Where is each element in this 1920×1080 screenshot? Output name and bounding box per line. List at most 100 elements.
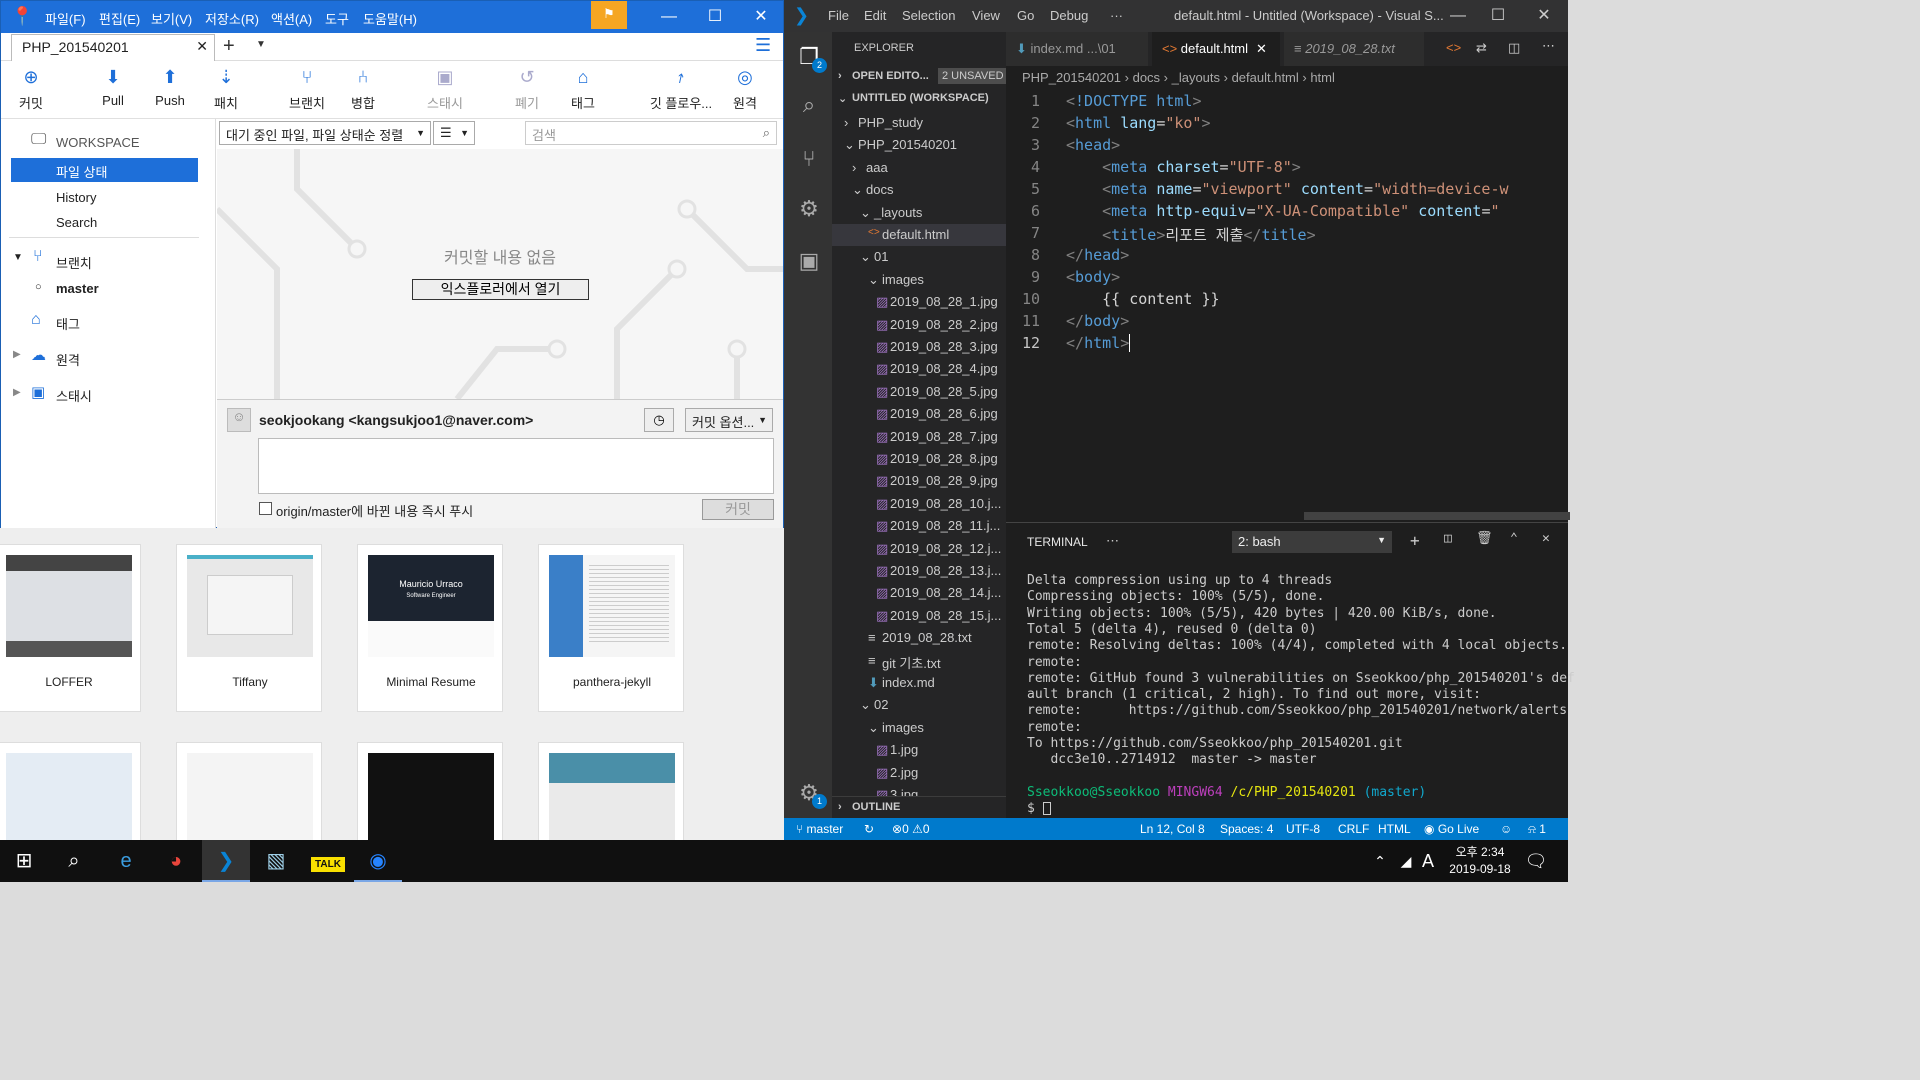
tab-index-md[interactable]: ⬇ index.md ...\01 [1006,32,1148,66]
theme-card[interactable] [357,742,503,840]
tree-folder[interactable]: ⌄ images [832,269,1006,291]
maximize-panel-icon[interactable]: ⌃ [1510,531,1518,546]
compare-icon[interactable]: ⇄ [1476,40,1487,56]
menu-view[interactable]: 보기(V) [151,9,192,28]
terminal-input-line[interactable]: $ [1027,801,1051,816]
outline-section[interactable]: › OUTLINE [832,796,1006,818]
commit-toolbar-button[interactable]: ⊕ 커밋 [1,65,61,112]
vscode-taskbar-icon[interactable]: ❯ [202,840,250,882]
sync-icon[interactable]: ↻ [864,822,874,836]
theme-card-tiffany[interactable]: Tiffany [176,544,322,712]
menu-action[interactable]: 액션(A) [271,9,312,28]
tree-file[interactable]: ▨ 2019_08_28_7.jpg [832,426,1006,448]
clock-icon[interactable]: ◷ [644,408,674,432]
close-tab-icon[interactable]: ✕ [1256,41,1267,56]
flag-icon[interactable]: ⚑ [591,1,627,29]
action-center-icon[interactable]: 🗨 [1512,840,1560,882]
tree-file[interactable]: ▨ 2019_08_28_8.jpg [832,448,1006,470]
theme-card-minimal-resume[interactable]: Mauricio Urraco Software Engineer Minimal… [357,544,503,712]
stash-toolbar-button[interactable]: ▣ 스태시 [415,65,475,112]
indentation[interactable]: Spaces: 4 [1220,822,1273,836]
close-button[interactable]: ✕ [1524,4,1564,28]
menu-edit[interactable]: Edit [864,8,886,23]
menu-more[interactable]: ··· [1110,8,1123,23]
hamburger-menu-icon[interactable]: ☰ [755,35,771,56]
tree-folder[interactable]: ⌄ 01 [832,246,1006,268]
clock[interactable]: 오후 2:34 2019-09-18 [1440,844,1520,878]
tab-txt[interactable]: ≡ 2019_08_28.txt [1284,32,1424,66]
theme-card-loffer[interactable]: LOFFER [0,544,141,712]
split-terminal-icon[interactable]: ◫ [1444,531,1452,546]
extensions-icon[interactable]: ▣ [796,248,822,274]
chevron-right-icon[interactable]: ▶ [13,349,21,360]
close-button[interactable]: ✕ [741,5,781,29]
tree-file[interactable]: ▨ 2019_08_28_12.j... [832,538,1006,560]
repo-tab[interactable]: PHP_201540201 ✕ [11,34,215,61]
commit-message-input[interactable] [258,438,774,494]
commit-options-dropdown[interactable]: 커밋 옵션... ▼ [685,408,773,432]
tree-file[interactable]: ▨ 1.jpg [832,739,1006,761]
file-filter-select[interactable]: 대기 중인 파일, 파일 상태순 정렬 ▼ [219,121,431,145]
notepad-icon[interactable]: ▧ [252,840,300,882]
tree-file[interactable]: ▨ 2019_08_28_3.jpg [832,336,1006,358]
tree-file[interactable]: ▨ 2019_08_28_10.j... [832,493,1006,515]
menu-edit[interactable]: 편집(E) [99,9,140,28]
debug-icon[interactable]: ⚙ [796,196,822,222]
code-editor[interactable]: PHP_201540201 › docs › _layouts › defaul… [1006,66,1570,522]
tree-folder[interactable]: ⌄ _layouts [832,202,1006,224]
sourcetree-taskbar-icon[interactable]: ◉ [354,840,402,882]
branch-status[interactable]: ⑂ master [796,822,843,836]
menu-file[interactable]: 파일(F) [45,9,86,28]
go-live-button[interactable]: ◉ Go Live [1424,822,1479,836]
branch-toolbar-button[interactable]: ⑂ 브랜치 [277,65,337,112]
chrome-icon[interactable]: ◕ [152,840,200,882]
gitflow-toolbar-button[interactable]: ⭎ 깃 플로우... [641,65,721,112]
menu-view[interactable]: View [972,8,1000,23]
tree-folder[interactable]: ⌄ 02 [832,694,1006,716]
menu-repository[interactable]: 저장소(R) [205,9,259,28]
theme-card[interactable] [538,742,684,840]
tree-folder[interactable]: › PHP_study [832,112,1006,134]
menu-tools[interactable]: 도구 [325,9,349,28]
language-mode[interactable]: HTML [1378,822,1411,836]
merge-toolbar-button[interactable]: ⑃ 병합 [333,65,393,112]
search-icon[interactable]: ⌕ [796,92,822,118]
tree-file[interactable]: ▨ 2019_08_28_6.jpg [832,403,1006,425]
tree-file[interactable]: ▨ 2019_08_28_1.jpg [832,291,1006,313]
discard-toolbar-button[interactable]: ↺ 폐기 [497,65,557,112]
open-preview-icon[interactable]: <> [1446,40,1461,55]
new-tab-icon[interactable]: + [223,35,235,58]
tags-section[interactable]: 태그 [56,314,80,333]
tag-toolbar-button[interactable]: ⌂ 태그 [553,65,613,112]
more-actions-icon[interactable]: ⋯ [1542,38,1555,54]
workspace-section[interactable]: ⌄ UNTITLED (WORKSPACE) [832,88,1006,110]
tree-folder[interactable]: ⌄ images [832,717,1006,739]
tree-folder[interactable]: › aaa [832,157,1006,179]
horizontal-scrollbar[interactable] [1304,512,1570,520]
remote-toolbar-button[interactable]: ◎ 원격 [715,65,775,112]
tree-folder[interactable]: ⌄ PHP_201540201 [832,134,1006,156]
tab-default-html[interactable]: <> default.html ✕ [1152,32,1280,66]
close-panel-icon[interactable]: ✕ [1542,531,1550,546]
edge-icon[interactable]: e [102,840,150,882]
menu-help[interactable]: 도움말(H) [363,9,417,28]
cursor-position[interactable]: Ln 12, Col 8 [1140,822,1205,836]
search-item[interactable]: Search [56,215,97,230]
kakaotalk-icon[interactable]: TALK [304,840,352,882]
tree-file[interactable]: ▨ 2019_08_28_13.j... [832,560,1006,582]
source-control-icon[interactable]: ⑂ [796,146,822,172]
commit-button[interactable]: 커밋 [702,499,774,520]
terminal-select[interactable]: 2: bash ▼ [1232,531,1392,553]
tree-file[interactable]: ≡ 2019_08_28.txt [832,627,1006,649]
tree-file[interactable]: ▨ 2019_08_28_14.j... [832,582,1006,604]
pull-toolbar-button[interactable]: ⬇ Pull [83,65,143,108]
tree-folder[interactable]: ⌄ docs [832,179,1006,201]
remotes-section[interactable]: 원격 [56,350,80,369]
tree-file[interactable]: ⬇ index.md [832,672,1006,694]
notifications[interactable]: ⍾ 1 [1528,822,1546,837]
windows-start-icon[interactable]: ⊞ [0,840,48,882]
problems-status[interactable]: ⊗0 ⚠0 [892,822,930,836]
theme-card[interactable] [0,742,141,840]
open-in-explorer-button[interactable]: 익스플로러에서 열기 [412,279,589,300]
tree-file[interactable]: ▨ 2019_08_28_11.j... [832,515,1006,537]
